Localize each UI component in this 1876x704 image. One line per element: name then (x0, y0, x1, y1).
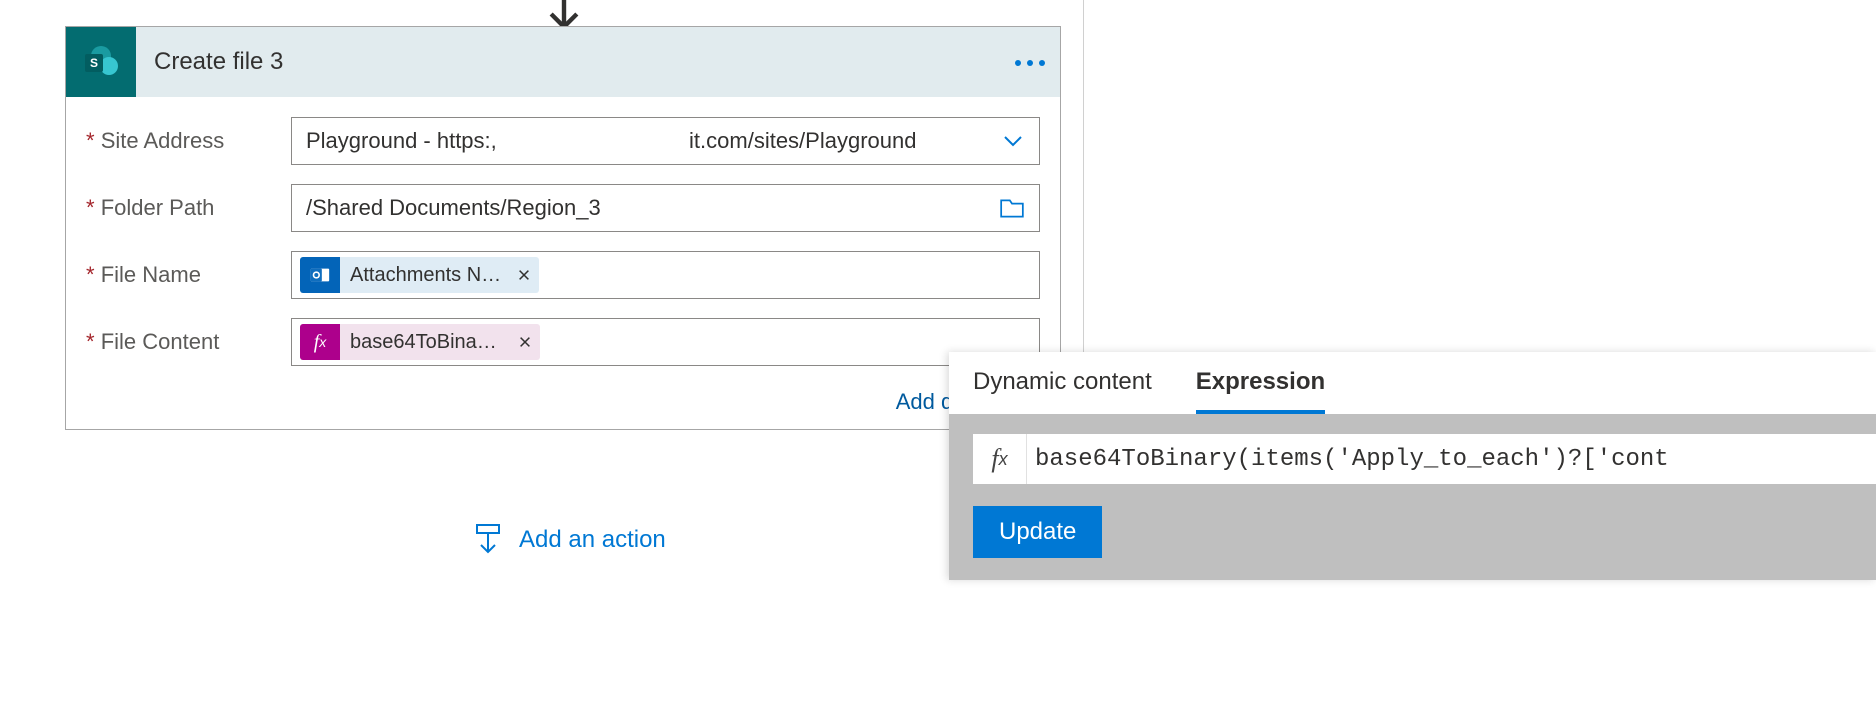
tab-dynamic-content[interactable]: Dynamic content (973, 368, 1152, 414)
add-action-button[interactable]: Add an action (471, 523, 666, 557)
expression-code[interactable]: base64ToBinary(items('Apply_to_each')?['… (1027, 446, 1876, 473)
sharepoint-icon: S (66, 27, 136, 97)
folder-picker-icon[interactable] (999, 197, 1025, 219)
field-row-file-content: File Content fx base64ToBinar… (86, 318, 1040, 366)
expression-token-base64tobinary[interactable]: fx base64ToBinar… (300, 324, 540, 360)
site-address-value-right: it.com/sites/Playground (689, 128, 916, 153)
folder-path-value: /Shared Documents/Region_3 (306, 195, 999, 221)
field-row-file-name: File Name Attachments N… (86, 251, 1040, 299)
file-content-input[interactable]: fx base64ToBinar… (291, 318, 1040, 366)
field-label: Site Address (86, 128, 291, 154)
site-address-value: Playground - https:, it.com/sites/Playgr… (306, 128, 1001, 154)
chevron-down-icon (1001, 129, 1025, 153)
fx-icon: fx (300, 324, 340, 360)
card-body: Site Address Playground - https:, it.com… (66, 97, 1060, 389)
folder-path-input[interactable]: /Shared Documents/Region_3 (291, 184, 1040, 232)
card-menu-button[interactable] (1000, 27, 1060, 97)
field-label: Folder Path (86, 195, 291, 221)
svg-text:S: S (90, 56, 98, 70)
add-action-label: Add an action (519, 526, 666, 554)
outlook-icon (300, 257, 340, 293)
flyout-tabs: Dynamic content Expression (949, 352, 1876, 414)
token-remove-button[interactable] (509, 257, 539, 293)
field-row-folder-path: Folder Path /Shared Documents/Region_3 (86, 184, 1040, 232)
token-remove-button[interactable] (510, 324, 540, 360)
update-button[interactable]: Update (973, 506, 1102, 558)
ellipsis-icon (1012, 53, 1048, 71)
tab-expression[interactable]: Expression (1196, 368, 1325, 414)
field-label: File Content (86, 329, 291, 355)
field-row-site-address: Site Address Playground - https:, it.com… (86, 117, 1040, 165)
action-card-create-file: S Create file 3 Site Address Playground … (65, 26, 1061, 430)
card-title: Create file 3 (136, 48, 1000, 76)
field-label: File Name (86, 262, 291, 288)
fx-icon: fx (973, 434, 1027, 484)
site-address-value-left: Playground - https:, (306, 128, 497, 153)
file-name-input[interactable]: Attachments N… (291, 251, 1040, 299)
site-address-dropdown[interactable]: Playground - https:, it.com/sites/Playgr… (291, 117, 1040, 165)
card-header[interactable]: S Create file 3 (66, 27, 1060, 97)
add-dynamic-content-link[interactable]: Add dynamic c (66, 389, 1060, 429)
dynamic-token-attachments-name[interactable]: Attachments N… (300, 257, 539, 293)
expression-input[interactable]: fx base64ToBinary(items('Apply_to_each')… (973, 434, 1876, 484)
token-label: Attachments N… (340, 264, 509, 287)
flyout-body: fx base64ToBinary(items('Apply_to_each')… (949, 414, 1876, 580)
add-action-icon (471, 523, 505, 557)
token-label: base64ToBinar… (340, 331, 510, 354)
dynamic-content-flyout: Dynamic content Expression fx base64ToBi… (949, 352, 1876, 580)
